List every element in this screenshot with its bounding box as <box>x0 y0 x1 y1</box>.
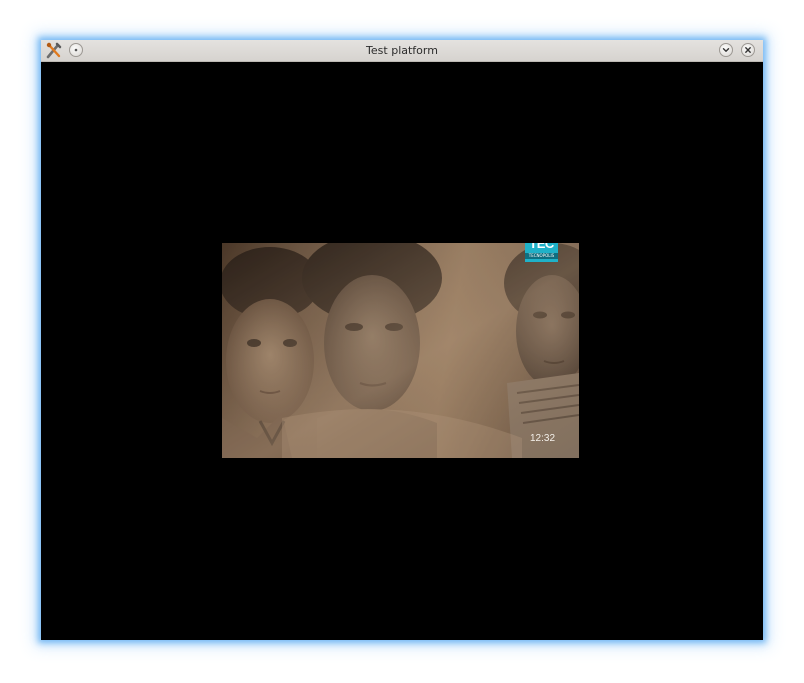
channel-logo-text: TEC <box>529 243 554 251</box>
close-icon <box>745 47 751 53</box>
vintage-photo-image <box>222 243 579 458</box>
minimize-button[interactable] <box>719 43 733 57</box>
window-title: Test platform <box>366 44 438 57</box>
chevron-down-icon <box>722 48 730 52</box>
close-button[interactable] <box>741 43 755 57</box>
video-frame[interactable]: TEC TECNOPOLIS 12:32 <box>222 243 579 458</box>
channel-logo: TEC TECNOPOLIS <box>525 243 558 262</box>
video-canvas[interactable]: TEC TECNOPOLIS 12:32 <box>41 62 763 640</box>
channel-logo-subtext: TECNOPOLIS <box>525 253 558 259</box>
app-window: Test platform TEC TECNOPOLIS 12:32 <box>41 40 763 640</box>
video-clock: 12:32 <box>530 433 556 444</box>
title-bar[interactable]: Test platform <box>41 40 763 62</box>
